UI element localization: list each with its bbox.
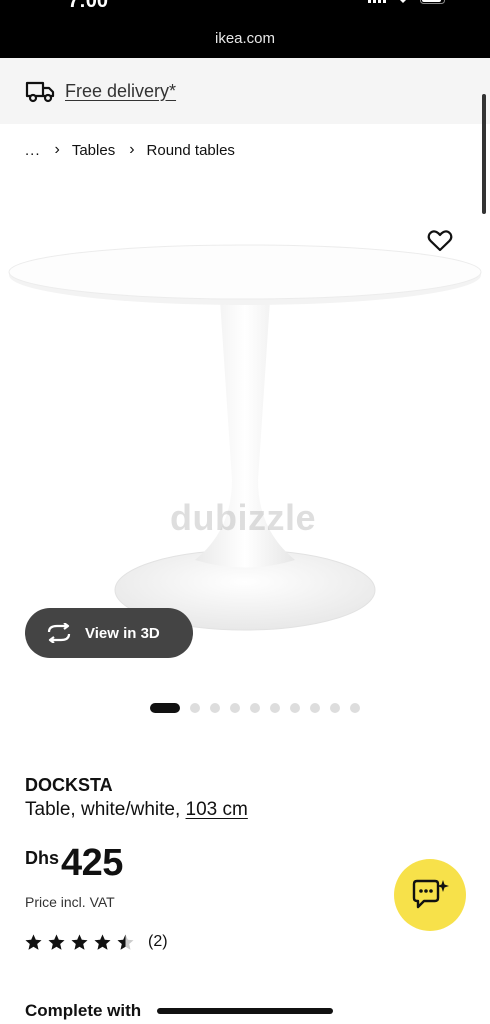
price-note: Price incl. VAT [25,894,115,910]
free-delivery-banner[interactable]: Free delivery* [0,58,490,124]
price-currency: Dhs [25,848,60,868]
rating-count: (2) [148,933,168,950]
signal-icon [368,0,386,3]
chat-sparkle-icon [412,879,449,909]
product-name: DOCKSTA [25,775,113,795]
carousel-dot[interactable] [290,703,300,713]
carousel-dot[interactable] [210,703,220,713]
product-description-text: Table, white/white, [25,799,181,820]
complete-with-heading: Complete with [25,1001,142,1020]
breadcrumb: ... › Tables › Round tables [25,141,235,159]
carousel-dot[interactable] [350,703,360,713]
chevron-right-icon: › [129,141,135,158]
browser-url[interactable]: ikea.com [0,30,490,47]
delivery-truck-icon [25,81,55,103]
breadcrumb-ellipsis[interactable]: ... [25,142,41,159]
home-indicator [157,1008,333,1014]
carousel-dot[interactable] [330,703,340,713]
carousel-dot[interactable] [270,703,280,713]
scrollbar[interactable] [482,94,486,214]
carousel-dot[interactable] [230,703,240,713]
chat-assistant-button[interactable] [394,859,466,931]
product-description: Table, white/white, 103 cm [25,799,248,821]
star-full-icon [25,934,42,950]
carousel-dot[interactable] [190,703,200,713]
browser-top-bar: 7:00 ikea.com [0,0,490,58]
battery-icon [420,0,445,4]
breadcrumb-tables[interactable]: Tables [72,142,115,159]
star-half-icon [117,934,134,950]
rotate-3d-icon [47,623,71,643]
product-price: Dhs 425 [25,842,123,885]
carousel-dot[interactable] [250,703,260,713]
favorite-heart-icon[interactable] [427,229,453,253]
carousel-dot[interactable] [310,703,320,713]
wifi-icon [400,0,406,3]
carousel-pagination[interactable] [150,703,360,713]
rating-stars[interactable]: (2) [25,933,168,951]
view-in-3d-label: View in 3D [85,624,160,642]
product-size-link[interactable]: 103 cm [186,799,248,820]
chevron-right-icon: › [54,141,60,158]
status-time: 7:00 [68,0,109,12]
watermark: dubizzle [170,497,316,538]
breadcrumb-round-tables[interactable]: Round tables [147,142,235,159]
free-delivery-link[interactable]: Free delivery* [65,81,176,102]
star-full-icon [94,934,111,950]
star-full-icon [48,934,65,950]
status-icons [368,0,448,4]
carousel-dot[interactable] [150,703,180,713]
star-full-icon [71,934,88,950]
price-amount: 425 [61,842,123,884]
view-in-3d-button[interactable]: View in 3D [25,608,193,658]
